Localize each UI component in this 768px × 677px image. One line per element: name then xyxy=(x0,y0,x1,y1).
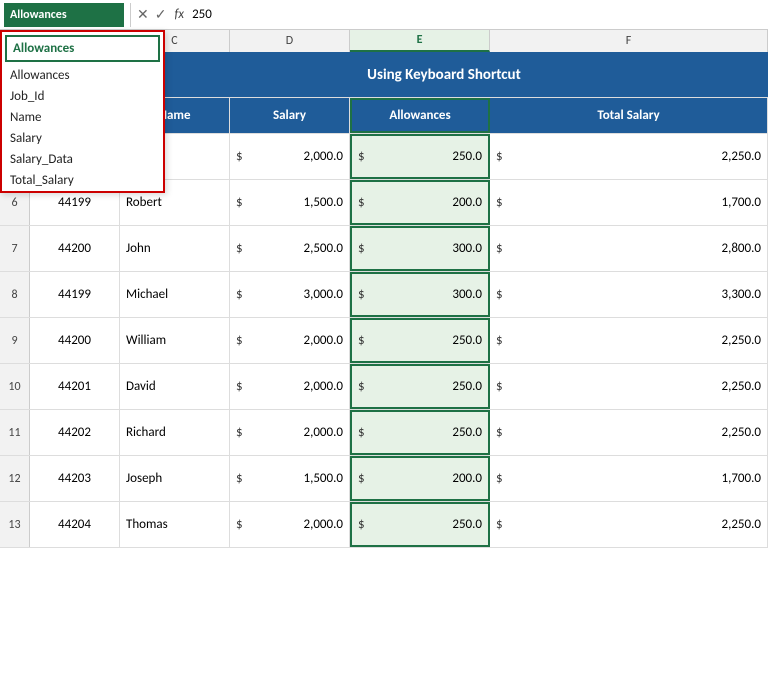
cell-allowances[interactable]: $250.0 xyxy=(350,364,490,409)
formula-bar: Allowances ✕ ✓ fx xyxy=(0,0,768,30)
cell-salary[interactable]: $2,000.0 xyxy=(230,364,350,409)
cell-total[interactable]: $2,250.0 xyxy=(490,364,768,409)
dropdown-item[interactable]: Name xyxy=(2,107,163,128)
cell-name[interactable]: John xyxy=(120,226,230,271)
col-header-d[interactable]: D xyxy=(230,30,350,52)
cell-name[interactable]: Thomas xyxy=(120,502,230,547)
cell-allowances[interactable]: $250.0 xyxy=(350,502,490,547)
cell-total[interactable]: $2,250.0 xyxy=(490,318,768,363)
cell-total[interactable]: $2,250.0 xyxy=(490,410,768,455)
formula-bar-divider xyxy=(130,3,131,27)
cell-total[interactable]: $2,800.0 xyxy=(490,226,768,271)
row-num-8: 8 xyxy=(0,272,30,317)
dropdown-item[interactable]: Total_Salary xyxy=(2,170,163,191)
name-box[interactable]: Allowances xyxy=(4,3,124,27)
table-row: 11 44202 Richard $2,000.0 $250.0 $2,250.… xyxy=(0,410,768,456)
header-salary: Salary xyxy=(230,98,350,133)
cell-job-id[interactable]: 44201 xyxy=(30,364,120,409)
cell-name[interactable]: Richard xyxy=(120,410,230,455)
table-row: 8 44199 Michael $3,000.0 $300.0 $3,300.0 xyxy=(0,272,768,318)
cell-salary[interactable]: $2,500.0 xyxy=(230,226,350,271)
cell-job-id[interactable]: 44199 xyxy=(30,272,120,317)
cell-salary[interactable]: $1,500.0 xyxy=(230,180,350,225)
cell-allowances[interactable]: $250.0 xyxy=(350,318,490,363)
cell-total[interactable]: $3,300.0 xyxy=(490,272,768,317)
cell-job-id[interactable]: 44202 xyxy=(30,410,120,455)
header-total-salary: Total Salary xyxy=(490,98,768,133)
cancel-icon[interactable]: ✕ xyxy=(137,6,149,23)
dropdown-header: Allowances xyxy=(5,35,160,62)
row-num-9: 9 xyxy=(0,318,30,363)
dropdown-item[interactable]: Allowances xyxy=(2,65,163,86)
cell-job-id[interactable]: 44200 xyxy=(30,226,120,271)
cell-salary[interactable]: $1,500.0 xyxy=(230,456,350,501)
table-row: 9 44200 William $2,000.0 $250.0 $2,250.0 xyxy=(0,318,768,364)
cell-name[interactable]: David xyxy=(120,364,230,409)
cell-allowances[interactable]: $250.0 xyxy=(350,134,490,179)
cell-job-id[interactable]: 44203 xyxy=(30,456,120,501)
cell-salary[interactable]: $2,000.0 xyxy=(230,318,350,363)
cell-job-id[interactable]: 44200 xyxy=(30,318,120,363)
row-num-10: 10 xyxy=(0,364,30,409)
data-rows: 5 44198 James $2,000.0 $250.0 $2,250.0 6… xyxy=(0,134,768,548)
fx-label: fx xyxy=(174,7,184,22)
cell-salary[interactable]: $3,000.0 xyxy=(230,272,350,317)
cell-allowances[interactable]: $200.0 xyxy=(350,456,490,501)
cell-salary[interactable]: $2,000.0 xyxy=(230,410,350,455)
cell-total[interactable]: $1,700.0 xyxy=(490,180,768,225)
dropdown-item[interactable]: Salary_Data xyxy=(2,149,163,170)
cell-name[interactable]: Joseph xyxy=(120,456,230,501)
row-num-7: 7 xyxy=(0,226,30,271)
table-row: 7 44200 John $2,500.0 $300.0 $2,800.0 xyxy=(0,226,768,272)
header-allowances: Allowances xyxy=(350,98,490,133)
dropdown-item[interactable]: Job_Id xyxy=(2,86,163,107)
confirm-icon[interactable]: ✓ xyxy=(155,6,167,23)
formula-input[interactable] xyxy=(192,3,764,27)
cell-name[interactable]: William xyxy=(120,318,230,363)
cell-allowances[interactable]: $250.0 xyxy=(350,410,490,455)
cell-total[interactable]: $2,250.0 xyxy=(490,502,768,547)
name-box-dropdown[interactable]: Allowances AllowancesJob_IdNameSalarySal… xyxy=(0,30,165,193)
table-row: 12 44203 Joseph $1,500.0 $200.0 $1,700.0 xyxy=(0,456,768,502)
cell-total[interactable]: $2,250.0 xyxy=(490,134,768,179)
cell-allowances[interactable]: $300.0 xyxy=(350,226,490,271)
cell-salary[interactable]: $2,000.0 xyxy=(230,502,350,547)
cell-job-id[interactable]: 44204 xyxy=(30,502,120,547)
dropdown-list[interactable]: AllowancesJob_IdNameSalarySalary_DataTot… xyxy=(2,65,163,191)
row-num-11: 11 xyxy=(0,410,30,455)
cell-allowances[interactable]: $300.0 xyxy=(350,272,490,317)
cell-total[interactable]: $1,700.0 xyxy=(490,456,768,501)
table-row: 13 44204 Thomas $2,000.0 $250.0 $2,250.0 xyxy=(0,502,768,548)
cell-allowances[interactable]: $200.0 xyxy=(350,180,490,225)
cell-salary[interactable]: $2,000.0 xyxy=(230,134,350,179)
col-header-e[interactable]: E xyxy=(350,30,490,52)
dropdown-item[interactable]: Salary xyxy=(2,128,163,149)
formula-bar-icons: ✕ ✓ xyxy=(137,6,166,23)
row-num-12: 12 xyxy=(0,456,30,501)
table-row: 10 44201 David $2,000.0 $250.0 $2,250.0 xyxy=(0,364,768,410)
cell-name[interactable]: Michael xyxy=(120,272,230,317)
row-num-13: 13 xyxy=(0,502,30,547)
title-cell: Using Keyboard Shortcut xyxy=(120,52,768,97)
col-header-f[interactable]: F xyxy=(490,30,768,52)
